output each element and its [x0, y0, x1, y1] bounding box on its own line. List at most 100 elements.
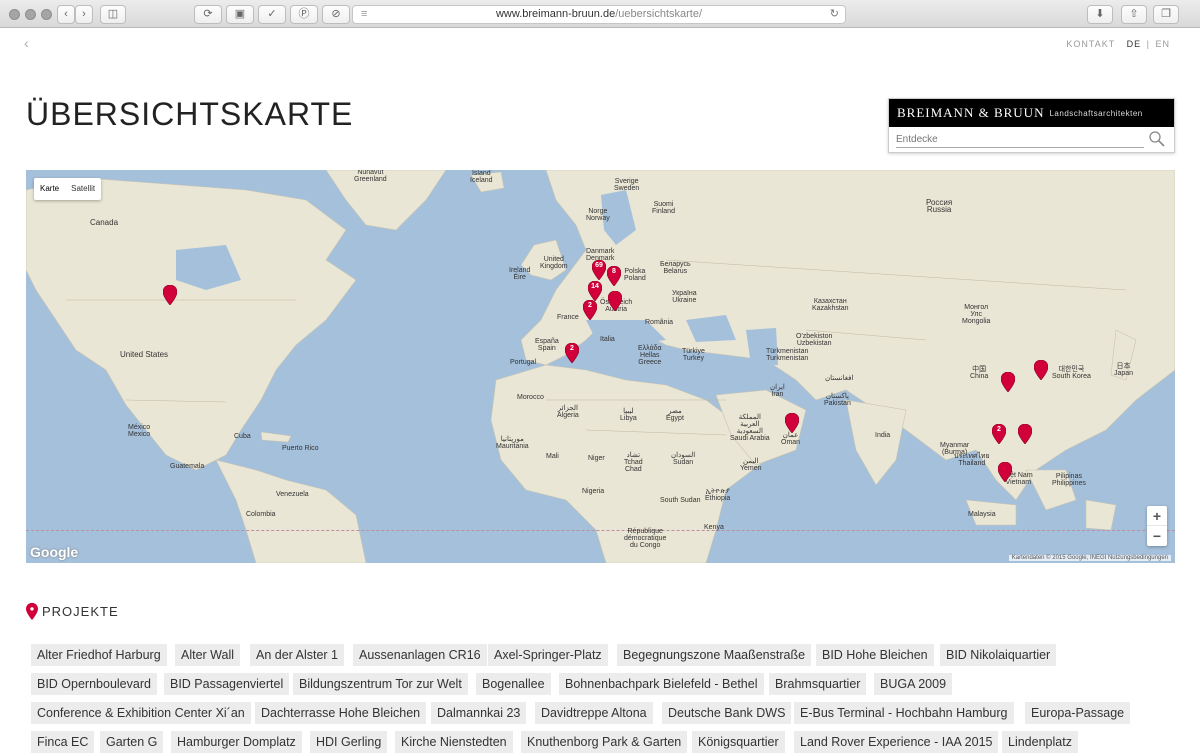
project-tag[interactable]: An der Alster 1 [250, 644, 344, 666]
world-map[interactable]: Karte Satellit Nunavut Greenland Island … [26, 170, 1175, 563]
downloads-button[interactable]: ⬇ [1087, 5, 1113, 24]
browser-back-button[interactable]: ‹ [57, 5, 75, 24]
back-link[interactable]: ‹ [24, 35, 29, 51]
equator-line [26, 530, 1175, 531]
map-label-uzbekistan: O'zbekiston Uzbekistan [796, 333, 833, 347]
project-tag[interactable]: Conference & Exhibition Center Xi´an [31, 702, 251, 724]
project-tag[interactable]: BID Passagenviertel [164, 673, 290, 695]
top-nav: KONTAKT DE | EN [1066, 39, 1170, 49]
google-logo[interactable]: Google [30, 544, 78, 560]
map-label-mexico: México Mexico [128, 424, 151, 438]
extension-button-3[interactable]: ✓ [258, 5, 286, 24]
map-label-colombia: Colombia [246, 511, 276, 518]
check-icon: ✓ [267, 8, 277, 20]
project-tag[interactable]: BUGA 2009 [874, 673, 953, 695]
map-pin[interactable]: 69 [592, 260, 606, 280]
lang-en-link[interactable]: EN [1155, 39, 1170, 49]
zoom-in-button[interactable]: + [1147, 506, 1167, 526]
map-label-drc: République démocratique du Congo [624, 528, 667, 549]
map-label-malaysia: Malaysia [968, 511, 996, 518]
project-tag[interactable]: Dachterrasse Hohe Bleichen [255, 702, 427, 724]
project-tag[interactable]: BID Nikolaiquartier [940, 644, 1057, 666]
map-label-greece: Ελλάδα Hellas Greece [638, 345, 662, 366]
tabs-icon: ❐ [1161, 8, 1171, 20]
nav-contact-link[interactable]: KONTAKT [1066, 39, 1115, 49]
map-label-india: India [875, 432, 891, 439]
map-label-norway: Norge Norway [586, 208, 610, 222]
minimize-window-button[interactable] [25, 9, 36, 20]
map-label-nigeria: Nigeria [582, 488, 605, 495]
map-label-philippines: Pilipinas Philippines [1052, 473, 1086, 487]
brand-name: BREIMANN & BRUUN [897, 105, 1045, 120]
project-tag[interactable]: Davidtreppe Altona [535, 702, 653, 724]
project-tag[interactable]: Alter Friedhof Harburg [31, 644, 167, 666]
project-tag[interactable]: Axel-Springer-Platz [488, 644, 608, 666]
url-host: www.breimann-bruun.de [495, 8, 616, 20]
map-pin-icon [26, 602, 38, 621]
pinterest-button[interactable]: Ⓟ [290, 5, 318, 24]
zoom-out-button[interactable]: − [1147, 526, 1167, 546]
tabs-button[interactable]: ❐ [1153, 5, 1179, 24]
map-label-belarus: Беларусь Belarus [660, 261, 691, 275]
map-label-yemen: اليمن Yemen [740, 458, 762, 472]
project-tag[interactable]: Alter Wall [175, 644, 241, 666]
map-pin[interactable]: 2 [565, 343, 579, 363]
project-tag[interactable]: Bogenallee [476, 673, 551, 695]
project-tag[interactable]: Europa-Passage [1025, 702, 1131, 724]
sidebar-toggle-button[interactable]: ◫ [100, 5, 126, 24]
brand-subtitle: Landschaftsarchitekten [1049, 108, 1143, 118]
zoom-control: + − [1147, 506, 1167, 546]
close-window-button[interactable] [9, 9, 20, 20]
map-type-satellite-button[interactable]: Satellit [65, 178, 101, 200]
project-tag[interactable]: Brahmsquartier [769, 673, 867, 695]
map-label-portugal: Portugal [510, 359, 537, 366]
map-pin[interactable]: 8 [607, 266, 621, 286]
search-input[interactable] [896, 131, 1144, 148]
projects-heading-text: PROJEKTE [42, 604, 119, 619]
map-pin[interactable]: 14 [588, 281, 602, 301]
map-pin[interactable] [1034, 360, 1048, 380]
map-pin[interactable] [998, 462, 1012, 482]
project-tag[interactable]: Begegnungszone Maaßenstraße [617, 644, 812, 666]
map-label-spain: España Spain [535, 338, 559, 352]
project-tag[interactable]: Aussenanlagen CR16 [353, 644, 487, 666]
map-type-map-button[interactable]: Karte [34, 178, 65, 200]
project-tag[interactable]: Deutsche Bank DWS [662, 702, 792, 724]
search-icon[interactable] [1148, 130, 1166, 153]
project-tag[interactable]: BID Opernboulevard [31, 673, 157, 695]
map-label-sudan: السودان Sudan [671, 452, 696, 466]
map-label-algeria: الجزائر Algeria [557, 405, 579, 419]
address-bar[interactable]: ≡ www.breimann-bruun.de/uebersichtskarte… [352, 5, 846, 24]
project-tag[interactable]: Bildungszentrum Tor zur Welt [293, 673, 468, 695]
map-pin[interactable]: 2 [583, 300, 597, 320]
block-button[interactable]: ⊘ [322, 5, 350, 24]
zoom-window-button[interactable] [41, 9, 52, 20]
download-icon: ⬇ [1095, 8, 1105, 20]
map-label-guatemala: Guatemala [170, 463, 205, 470]
map-pin[interactable] [1018, 424, 1032, 444]
project-tag[interactable]: Dalmannkai 23 [431, 702, 527, 724]
block-icon: ⊘ [331, 8, 341, 20]
map-pin-count: 69 [595, 262, 603, 269]
brand-logo[interactable]: BREIMANN & BRUUN Landschaftsarchitekten [889, 99, 1174, 127]
project-tag[interactable]: E-Bus Terminal - Hochbahn Hamburg [794, 702, 1014, 724]
map-pin[interactable] [608, 291, 622, 311]
project-tag[interactable]: BID Hohe Bleichen [816, 644, 934, 666]
map-label-russia: Россия Russia [926, 198, 953, 214]
lang-de-link[interactable]: DE [1127, 39, 1142, 49]
map-pin[interactable] [1001, 372, 1015, 392]
project-tag[interactable]: Bohnenbachpark Bielefeld - Bethel [559, 673, 764, 695]
map-pin[interactable] [785, 413, 799, 433]
extension-button-2[interactable]: ▣ [226, 5, 254, 24]
lang-separator: | [1146, 39, 1150, 49]
map-pin-count: 14 [591, 283, 599, 290]
map-pin[interactable]: 2 [992, 424, 1006, 444]
map-label-ireland: Ireland Éire [509, 267, 531, 281]
map-credits[interactable]: Kartendaten © 2015 Google, INEGI Nutzung… [1008, 555, 1171, 561]
share-button[interactable]: ⇧ [1121, 5, 1147, 24]
map-pin[interactable] [163, 285, 177, 305]
map-label-south-korea: 대한민국 South Korea [1052, 366, 1091, 380]
reload-icon[interactable]: ↻ [830, 6, 839, 23]
browser-forward-button[interactable]: › [75, 5, 93, 24]
extension-button-1[interactable]: ⟳ [194, 5, 222, 24]
